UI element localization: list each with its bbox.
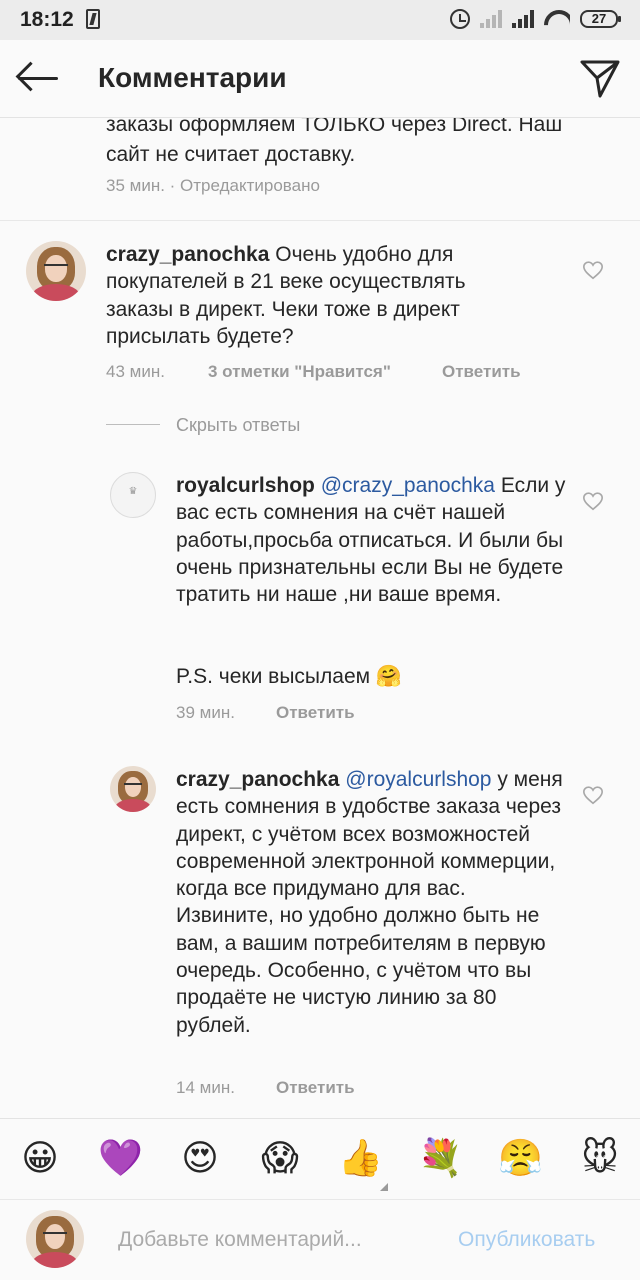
heart-icon[interactable] (582, 259, 604, 281)
thumbs-up-emoji-icon[interactable]: 👍 (338, 1137, 383, 1181)
mention-link[interactable]: @crazy_panochka (321, 474, 495, 497)
direct-share-icon[interactable] (578, 56, 622, 100)
triumph-emoji-icon[interactable]: 😤 (498, 1137, 543, 1181)
reply-button[interactable]: Ответить (276, 1078, 355, 1098)
reply-text: royalcurlshop @crazy_panochka Если у вас… (176, 472, 566, 608)
avatar[interactable] (110, 766, 156, 812)
reply-text: crazy_panochka @royalcurlshop у меня ест… (176, 766, 566, 1039)
battery-icon: 27 (580, 10, 621, 28)
mouse-emoji-icon[interactable]: 🐭 (578, 1137, 622, 1181)
mention-link[interactable]: @royalcurlshop (345, 768, 491, 791)
crown-icon: ♛ (128, 486, 138, 498)
heart-icon[interactable] (582, 490, 604, 512)
hide-replies-line (106, 424, 160, 425)
avatar (26, 1210, 84, 1268)
emoji-bar: 😀 💜 😍 😱 👍 💐 😤 🐭 (0, 1118, 640, 1200)
reply-button[interactable]: Ответить (442, 362, 521, 382)
avatar[interactable] (26, 241, 86, 301)
grinning-emoji-icon[interactable]: 😀 (18, 1137, 62, 1181)
bouquet-emoji-icon[interactable]: 💐 (418, 1137, 463, 1181)
comments-list[interactable]: заказы оформляем ТОЛЬКО через Direct. На… (0, 118, 640, 1118)
reply-button[interactable]: Ответить (276, 703, 355, 723)
heart-eyes-emoji-icon[interactable]: 😍 (178, 1137, 222, 1181)
reply-time: 14 мин. (176, 1078, 235, 1097)
hide-replies-button[interactable]: Скрыть ответы (176, 415, 300, 436)
reply-username[interactable]: royalcurlshop (176, 474, 315, 497)
back-arrow-icon[interactable] (15, 58, 60, 98)
comment-username[interactable]: crazy_panochka (106, 243, 269, 266)
heart-icon[interactable] (582, 784, 604, 806)
wifi-icon (544, 8, 570, 30)
previous-comment-meta: 35 мин. · Отредактировано (106, 176, 320, 195)
reply-time: 39 мин. (176, 703, 235, 722)
page-title: Комментарии (98, 62, 287, 93)
signal-icon (512, 10, 536, 28)
comment-time: 43 мин. (106, 362, 165, 381)
comment-input[interactable] (118, 1228, 438, 1252)
alarm-icon (450, 9, 470, 29)
comment-input-bar: Опубликовать (0, 1200, 640, 1280)
more-emoji-indicator (380, 1183, 388, 1191)
comment-text: crazy_panochka Очень удобно для покупате… (106, 241, 536, 350)
publish-button[interactable]: Опубликовать (458, 1228, 595, 1252)
reply-ps: P.S. чеки высылаем 🤗 (176, 665, 403, 688)
divider (0, 220, 640, 221)
status-time: 18:12 (20, 8, 74, 31)
likes-count[interactable]: 3 отметки "Нравится" (208, 362, 391, 382)
reply-username[interactable]: crazy_panochka (176, 768, 339, 791)
scream-emoji-icon[interactable]: 😱 (258, 1137, 302, 1181)
purple-heart-emoji-icon[interactable]: 💜 (98, 1137, 143, 1181)
reply-body: у меня есть сомнения в удобстве заказа ч… (176, 768, 563, 1037)
sd-card-icon (86, 9, 100, 29)
status-bar: 18:12 27 (0, 0, 640, 40)
avatar[interactable]: ♛ (110, 472, 156, 518)
previous-comment-text: заказы оформляем ТОЛЬКО через Direct. На… (106, 118, 563, 166)
header: Комментарии (0, 40, 640, 118)
signal-weak-icon (480, 10, 504, 28)
